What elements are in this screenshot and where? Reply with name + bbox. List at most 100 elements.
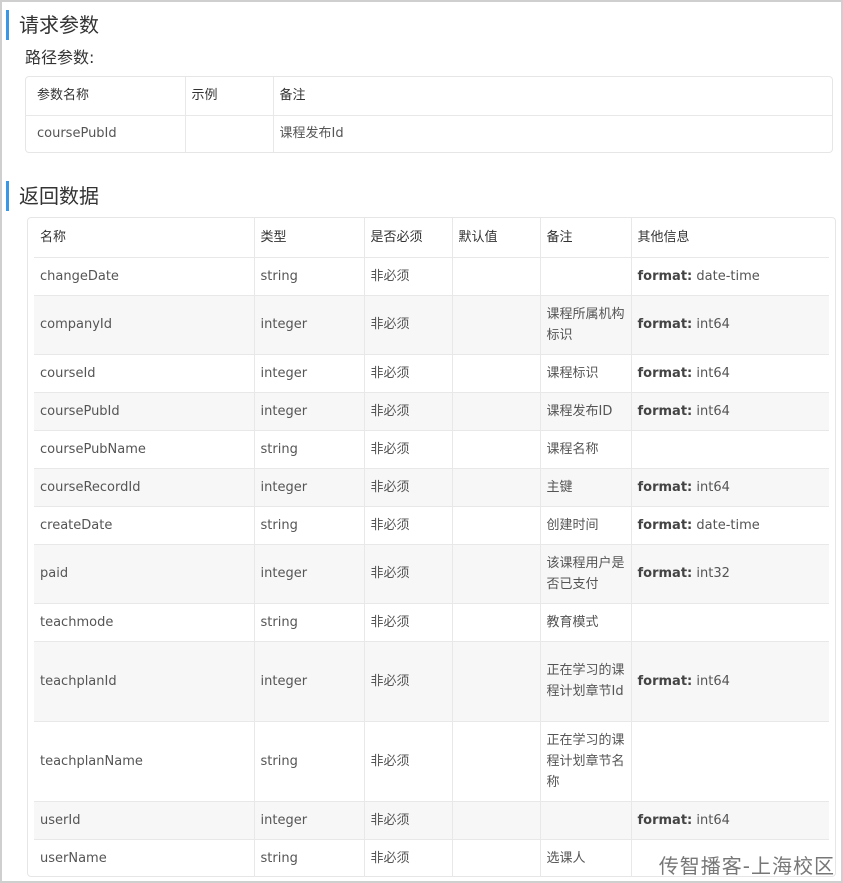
cell-other-info: format: int64 (630, 294, 829, 354)
cell-name: coursePubName (34, 429, 254, 468)
cell-note: 教育模式 (539, 602, 631, 641)
path-params-table: 参数名称 示例 备注 coursePubId 课程发布Id (25, 76, 833, 153)
cell-type: integer (253, 467, 364, 506)
cell-note: 课程所属机构标识 (539, 294, 631, 354)
format-key: format: (637, 479, 693, 495)
cell-other-info (630, 720, 829, 801)
header-note: 备注 (539, 218, 631, 257)
cell-name: userName (34, 838, 254, 877)
table-row: teachplanName string 非必须 正在学习的课程计划章节名称 (34, 720, 829, 801)
format-value: date-time (696, 517, 760, 533)
format-key: format: (637, 812, 693, 828)
cell-type: string (253, 720, 364, 801)
cell-other-info (630, 602, 829, 641)
cell-default (451, 429, 540, 468)
table-row: companyId integer 非必须 课程所属机构标识 format: int64 (34, 294, 829, 354)
cell-required: 非必须 (363, 256, 452, 295)
cell-note: 课程名称 (539, 429, 631, 468)
table-row: createDate string 非必须 创建时间 format: date-time (34, 505, 829, 544)
format-value: int64 (696, 673, 730, 689)
param-example-cell (184, 114, 273, 152)
table-row: coursePubId integer 非必须 课程发布ID format: int64 (34, 391, 829, 430)
cell-type: integer (253, 543, 364, 603)
cell-required: 非必须 (363, 294, 452, 354)
format-value: int64 (696, 365, 730, 381)
cell-other-info: format: int64 (630, 467, 829, 506)
cell-name: teachmode (34, 602, 254, 641)
cell-default (451, 838, 540, 877)
cell-required: 非必须 (363, 353, 452, 392)
header-param-name: 参数名称 (37, 88, 90, 104)
cell-type: integer (253, 294, 364, 354)
cell-name: teachplanId (34, 640, 254, 721)
table-row: courseId integer 非必须 课程标识 format: int64 (34, 353, 829, 392)
cell-default (451, 543, 540, 603)
format-key: format: (637, 673, 693, 689)
cell-other-info (630, 429, 829, 468)
cell-required: 非必须 (363, 467, 452, 506)
cell-name: createDate (34, 505, 254, 544)
cell-other-info: format: int64 (630, 391, 829, 430)
cell-type: integer (253, 391, 364, 430)
cell-required: 非必须 (363, 429, 452, 468)
cell-default (451, 294, 540, 354)
format-value: int64 (696, 403, 730, 419)
cell-type: integer (253, 353, 364, 392)
cell-name: userId (34, 800, 254, 839)
cell-required: 非必须 (363, 640, 452, 721)
format-value: int64 (696, 317, 730, 332)
cell-default (451, 602, 540, 641)
format-value: date-time (696, 268, 760, 284)
cell-default (451, 505, 540, 544)
cell-name: coursePubId (34, 391, 254, 430)
cell-type: string (253, 429, 364, 468)
cell-note: 该课程用户是否已支付 (539, 543, 631, 603)
cell-type: integer (253, 640, 364, 721)
format-value: int64 (696, 479, 730, 495)
response-data-table: 名称 类型 是否必须 默认值 备注 其他信息 changeDate string 非… (27, 217, 836, 877)
format-key: format: (637, 268, 693, 284)
cell-name: companyId (34, 294, 254, 354)
cell-required: 非必须 (363, 505, 452, 544)
cell-name: teachplanName (34, 720, 254, 801)
cell-note: 主键 (539, 467, 631, 506)
cell-name: courseRecordId (34, 467, 254, 506)
cell-type: string (253, 838, 364, 877)
cell-note: 课程标识 (539, 353, 631, 392)
cell-required: 非必须 (363, 720, 452, 801)
cell-other-info: format: int64 (630, 353, 829, 392)
cell-note: 选课人 (539, 838, 631, 877)
header-required: 是否必须 (363, 218, 452, 257)
format-key: format: (637, 566, 693, 581)
table-row: teachplanId integer 非必须 正在学习的课程计划章节Id format… (34, 640, 829, 721)
header-default: 默认值 (451, 218, 540, 257)
table-row: courseRecordId integer 非必须 主键 format: int64 (34, 467, 829, 506)
param-note-cell: 课程发布Id (272, 114, 832, 152)
table-row: paid integer 非必须 该课程用户是否已支付 format: int32 (34, 543, 829, 603)
cell-default (451, 720, 540, 801)
header-note: 备注 (272, 77, 832, 115)
table-header-row: 名称 类型 是否必须 默认值 备注 其他信息 (34, 218, 829, 257)
path-params-label: 路径参数: (25, 48, 95, 67)
cell-note (539, 256, 631, 295)
cell-default (451, 467, 540, 506)
cell-type: string (253, 602, 364, 641)
cell-note: 创建时间 (539, 505, 631, 544)
cell-other-info: format: int64 (630, 640, 829, 721)
cell-type: integer (253, 800, 364, 839)
cell-name: paid (34, 543, 254, 603)
cell-note (539, 800, 631, 839)
cell-other-info: format: int32 (630, 543, 829, 603)
cell-default (451, 256, 540, 295)
table-header-row: 参数名称 示例 备注 (26, 77, 832, 115)
cell-note: 课程发布ID (539, 391, 631, 430)
header-name: 名称 (40, 229, 67, 245)
watermark: 传智播客-上海校区 (658, 854, 835, 878)
cell-other-info: format: date-time (630, 256, 829, 295)
format-key: format: (637, 365, 693, 381)
cell-name: changeDate (34, 256, 254, 295)
format-key: format: (637, 403, 693, 419)
format-key: format: (637, 317, 693, 332)
request-params-title: 请求参数 (6, 10, 99, 40)
cell-required: 非必须 (363, 391, 452, 430)
